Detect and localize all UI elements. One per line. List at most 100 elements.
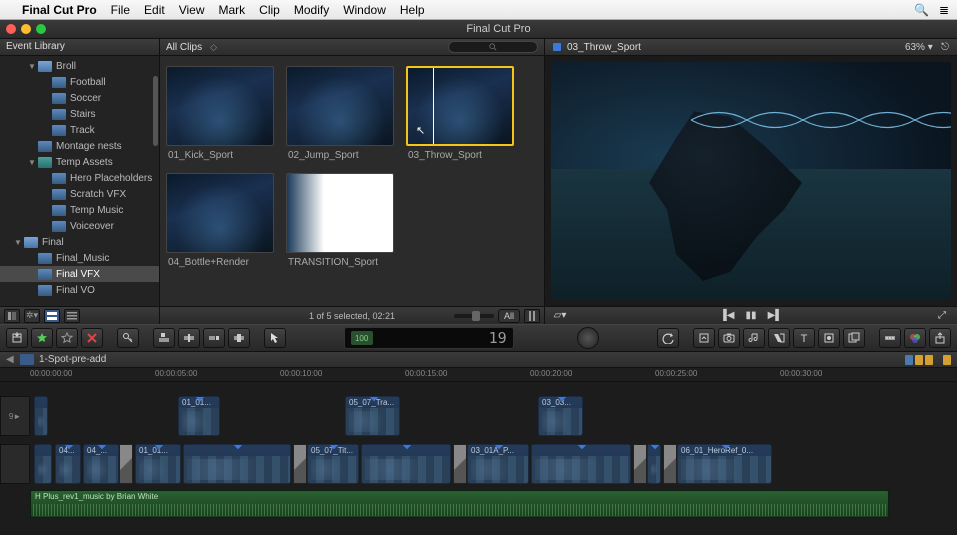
themes-browser-button[interactable]	[843, 328, 865, 348]
browser-clip[interactable]: TRANSITION_Sport	[286, 173, 398, 268]
timeline-clip[interactable]: 04_...	[83, 444, 119, 484]
viewer-effects-button[interactable]: ▱▾	[551, 309, 569, 323]
window-zoom-button[interactable]	[36, 24, 46, 34]
share-button[interactable]	[929, 328, 951, 348]
timeline-clip[interactable]: 06_01_HeroRef_0...	[677, 444, 772, 484]
favorite-button[interactable]	[31, 328, 53, 348]
append-clip-button[interactable]	[203, 328, 225, 348]
timeline-clip[interactable]	[647, 444, 661, 484]
list-view-button[interactable]	[64, 309, 80, 323]
transition[interactable]	[633, 444, 647, 484]
play-pause-button[interactable]: ▮▮	[742, 309, 760, 323]
browser-scope-button[interactable]: All	[498, 309, 520, 323]
menu-file[interactable]: File	[111, 3, 130, 17]
window-close-button[interactable]	[6, 24, 16, 34]
connect-clip-button[interactable]	[153, 328, 175, 348]
clip-thumbnail[interactable]	[286, 66, 394, 146]
timeline-clip[interactable]	[531, 444, 631, 484]
library-toggle-button[interactable]	[4, 309, 20, 323]
tree-item[interactable]: Hero Placeholders	[0, 170, 159, 186]
viewer-zoom-menu[interactable]: 63% ▾ ⎋	[905, 42, 949, 53]
inspector-button[interactable]	[879, 328, 901, 348]
transition[interactable]	[663, 444, 677, 484]
timeline-clip[interactable]: 05_07_Tra...	[345, 396, 400, 436]
timeline-clip[interactable]	[34, 444, 52, 484]
browser-clip[interactable]: 01_Kick_Sport	[166, 66, 278, 161]
music-browser-button[interactable]	[743, 328, 765, 348]
spotlight-icon[interactable]: 🔍	[914, 3, 929, 17]
menu-help[interactable]: Help	[400, 3, 425, 17]
timeline-clip[interactable]: 01_01...	[178, 396, 220, 436]
tool-select-button[interactable]	[264, 328, 286, 348]
menu-mark[interactable]: Mark	[219, 3, 246, 17]
timeline-clip[interactable]	[361, 444, 451, 484]
tree-item[interactable]: Soccer	[0, 90, 159, 106]
tree-item[interactable]: ▼Temp Assets	[0, 154, 159, 170]
tree-item[interactable]: ▼Broll	[0, 58, 159, 74]
import-button[interactable]	[6, 328, 28, 348]
tree-item[interactable]: Final VO	[0, 282, 159, 298]
timeline-clip[interactable]: 03_03...	[538, 396, 583, 436]
transition[interactable]	[453, 444, 467, 484]
photos-browser-button[interactable]	[718, 328, 740, 348]
titles-browser-button[interactable]: T	[793, 328, 815, 348]
project-back-button[interactable]: ◀	[6, 354, 20, 365]
retime-button[interactable]	[657, 328, 679, 348]
timeline-clip[interactable]: 04...	[55, 444, 81, 484]
viewer-canvas[interactable]	[551, 62, 951, 300]
timeline-clip[interactable]	[183, 444, 291, 484]
tree-item[interactable]: Montage nests	[0, 138, 159, 154]
timeline[interactable]: 9► 01_01...05_07_Tra...03_03... 04...04_…	[0, 382, 957, 535]
clip-appearance-button[interactable]	[524, 309, 540, 323]
timeline-audio-clip[interactable]: H Plus_rev1_music by Brian White	[30, 490, 889, 518]
clip-thumbnail[interactable]: ↖	[406, 66, 514, 146]
timeline-clip[interactable]: 03_01A_P...	[467, 444, 529, 484]
insert-clip-button[interactable]	[178, 328, 200, 348]
enhance-button[interactable]	[693, 328, 715, 348]
reject-button[interactable]	[81, 328, 103, 348]
tree-item[interactable]: Final_Music	[0, 250, 159, 266]
timeline-ruler[interactable]: 00:00:00:0000:00:05:0000:00:10:0000:00:1…	[0, 368, 957, 382]
tree-item[interactable]: Scratch VFX	[0, 186, 159, 202]
unrate-button[interactable]	[56, 328, 78, 348]
browser-clip-grid[interactable]: 01_Kick_Sport02_Jump_Sport↖03_Throw_Spor…	[160, 56, 544, 306]
tree-item[interactable]: Voiceover	[0, 218, 159, 234]
app-menu[interactable]: Final Cut Pro	[22, 3, 97, 17]
tree-item[interactable]: Track	[0, 122, 159, 138]
browser-filter-label[interactable]: All Clips	[166, 42, 202, 53]
tree-item[interactable]: Temp Music	[0, 202, 159, 218]
color-board-button[interactable]	[904, 328, 926, 348]
menu-extras-icon[interactable]: ≣	[939, 3, 949, 17]
clip-thumbnail[interactable]	[166, 66, 274, 146]
play-forward-button[interactable]: ▶▌	[766, 309, 784, 323]
browser-search-input[interactable]	[448, 41, 538, 53]
browser-clip[interactable]: 02_Jump_Sport	[286, 66, 398, 161]
tree-item[interactable]: Football	[0, 74, 159, 90]
timeline-clip[interactable]	[34, 396, 48, 436]
menu-modify[interactable]: Modify	[294, 3, 329, 17]
timecode-display[interactable]: 100 19	[344, 327, 514, 349]
menu-view[interactable]: View	[179, 3, 205, 17]
event-library-tree[interactable]: ▼BrollFootballSoccerStairsTrackMontage n…	[0, 56, 159, 306]
fullscreen-button[interactable]: ⤢	[933, 309, 951, 323]
transition[interactable]	[119, 444, 133, 484]
thumbnail-size-slider[interactable]	[454, 314, 494, 318]
browser-clip[interactable]: 04_Bottle+Render	[166, 173, 278, 268]
generators-browser-button[interactable]	[818, 328, 840, 348]
menu-window[interactable]: Window	[343, 3, 386, 17]
tree-item[interactable]: Stairs	[0, 106, 159, 122]
tree-item[interactable]: ▼Final	[0, 234, 159, 250]
timeline-primary-track[interactable]: 04...04_... 01_01... 05_07_Tit... 03_01A_P.…	[0, 444, 957, 484]
menu-clip[interactable]: Clip	[259, 3, 280, 17]
timeline-clip[interactable]: 01_01...	[135, 444, 181, 484]
play-reverse-button[interactable]: ▐◀	[718, 309, 736, 323]
filmstrip-view-button[interactable]	[44, 309, 60, 323]
tree-item[interactable]: Final VFX	[0, 266, 159, 282]
timeline-clip[interactable]: 05_07_Tit...	[307, 444, 359, 484]
keyword-button[interactable]	[117, 328, 139, 348]
overwrite-clip-button[interactable]	[228, 328, 250, 348]
browser-clip[interactable]: ↖03_Throw_Sport	[406, 66, 518, 161]
menu-edit[interactable]: Edit	[144, 3, 165, 17]
library-settings-button[interactable]: ✲▾	[24, 309, 40, 323]
transitions-browser-button[interactable]	[768, 328, 790, 348]
